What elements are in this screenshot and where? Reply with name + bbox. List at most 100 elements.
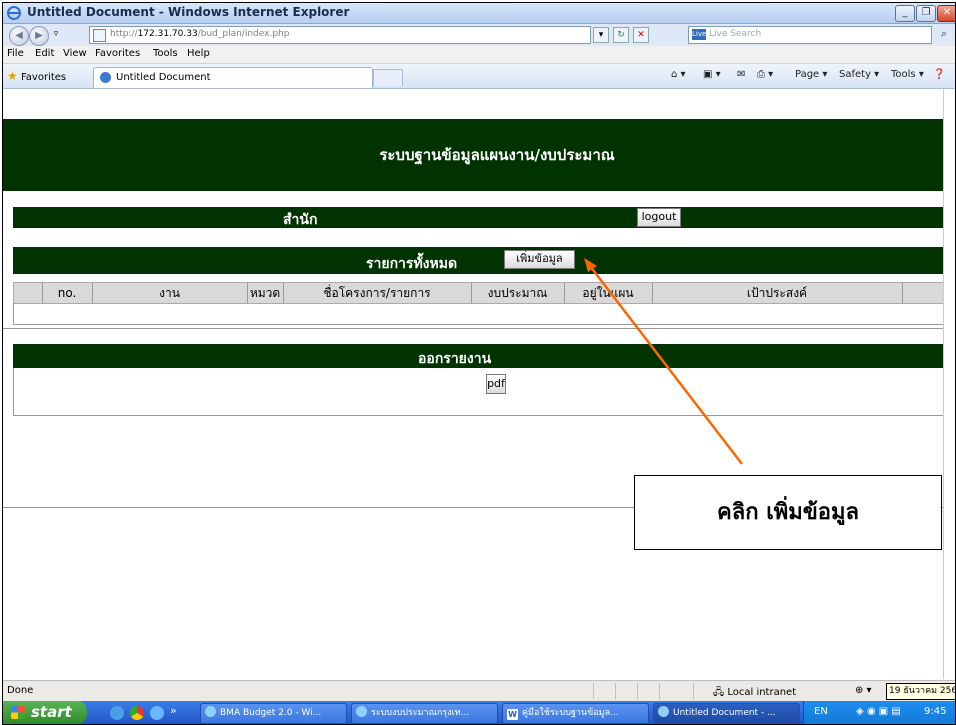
- logout-button[interactable]: logout: [637, 208, 681, 227]
- title-bar: Untitled Document - Windows Internet Exp…: [3, 3, 955, 24]
- ie-task-icon: [356, 706, 367, 717]
- back-button[interactable]: ◀: [9, 26, 29, 46]
- status-bar: Done 🖧 Local intranet ⊕ ▾ 19 ธันวาคม 256…: [3, 680, 955, 701]
- status-divider: [659, 683, 660, 699]
- quicklaunch-more-icon[interactable]: »: [170, 704, 177, 717]
- maximize-button[interactable]: ❐: [916, 5, 936, 22]
- address-dropdown-button[interactable]: ▾: [593, 27, 609, 43]
- menu-file[interactable]: File: [7, 48, 24, 59]
- all-items-band: รายการทั้งหมด เพิ่มข้อมูล: [13, 247, 948, 274]
- address-toolbar: ◀ ▶ ▿ http://172.31.70.33/bud_plan/index…: [3, 24, 955, 46]
- tools-menu[interactable]: Tools ▾: [891, 69, 924, 80]
- items-table-body: [13, 302, 950, 325]
- tray-icons[interactable]: ◈ ◉ ▣ ▤: [856, 706, 901, 717]
- address-url: http://172.31.70.33/bud_plan/index.php: [110, 29, 290, 39]
- menu-help[interactable]: Help: [187, 48, 210, 59]
- tab-untitled-document[interactable]: Untitled Document: [93, 67, 373, 88]
- zoom-icon[interactable]: ⊕ ▾: [855, 685, 872, 696]
- tab-label: Untitled Document: [116, 72, 211, 83]
- status-divider: [637, 683, 638, 699]
- task-untitled-document[interactable]: Untitled Document - ...: [653, 703, 800, 724]
- system-tray: EN ◈ ◉ ▣ ▤ 9:45: [803, 701, 955, 724]
- ie-task-icon: [658, 706, 669, 717]
- language-indicator[interactable]: EN: [814, 706, 828, 717]
- quicklaunch-icon[interactable]: [110, 706, 124, 720]
- stop-button[interactable]: ✕: [633, 27, 649, 43]
- status-divider: [615, 683, 616, 699]
- report-body: pdf: [13, 368, 950, 416]
- minimize-button[interactable]: _: [895, 5, 915, 22]
- new-tab-button[interactable]: [373, 69, 403, 86]
- ie-quicklaunch-icon[interactable]: [150, 706, 164, 720]
- ie-task-icon: [205, 706, 216, 717]
- home-icon[interactable]: ⌂ ▾: [671, 69, 686, 80]
- live-search-icon: Live: [692, 29, 707, 40]
- col-project: ชื่อโครงการ/รายการ: [283, 283, 472, 303]
- tab-page-icon: [100, 72, 111, 83]
- status-divider: [593, 683, 594, 699]
- col-in-plan: อยู่ในแผน: [564, 283, 653, 303]
- items-table-header: no. งาน หมวด ชื่อโครงการ/รายการ งบประมาณ…: [13, 282, 950, 304]
- page-content: ระบบฐานข้อมูลแผนงาน/งบประมาณ สำนัก logou…: [3, 89, 952, 679]
- mail-icon[interactable]: ✉: [737, 69, 745, 80]
- col-blank-end: [902, 283, 948, 303]
- status-divider: [693, 683, 694, 699]
- menu-favorites[interactable]: Favorites: [95, 48, 140, 59]
- forward-button[interactable]: ▶: [29, 26, 49, 46]
- close-window-button[interactable]: ✕: [937, 5, 955, 22]
- feeds-icon[interactable]: ▣ ▾: [703, 69, 721, 80]
- divider: [3, 328, 951, 329]
- search-icon[interactable]: ⌕: [935, 26, 953, 42]
- add-data-button[interactable]: เพิ่มข้อมูล: [504, 250, 575, 269]
- task-budget-system[interactable]: ระบบงบประมาณกรุงเท...: [351, 703, 498, 724]
- menu-tools[interactable]: Tools: [153, 48, 178, 59]
- security-zone: 🖧 Local intranet: [713, 687, 797, 698]
- ie-logo-icon: [7, 6, 21, 20]
- menu-view[interactable]: View: [63, 48, 87, 59]
- menu-bar: File Edit View Favorites Tools Help: [3, 46, 955, 64]
- annotation-callout: คลิก เพิ่มข้อมูล: [634, 475, 942, 550]
- safety-menu[interactable]: Safety ▾: [839, 69, 879, 80]
- col-no: no.: [42, 283, 93, 303]
- help-icon[interactable]: ❓: [933, 69, 945, 80]
- search-input[interactable]: Live Live Search: [688, 26, 932, 44]
- favorites-bar: ★ Favorites Untitled Document ⌂ ▾ ▣ ▾ ✉ …: [3, 64, 955, 89]
- all-items-label: รายการทั้งหมด: [366, 256, 458, 272]
- forward-arrow-icon: ▶: [35, 30, 43, 41]
- address-input[interactable]: http://172.31.70.33/bud_plan/index.php: [89, 26, 591, 44]
- vertical-scrollbar[interactable]: [943, 89, 955, 679]
- refresh-button[interactable]: ↻: [613, 27, 629, 43]
- task-word-manual[interactable]: W คู่มือใช้ระบบฐานข้อมูล...: [502, 703, 649, 724]
- start-button[interactable]: start: [3, 701, 87, 724]
- page-icon: [93, 29, 106, 42]
- chrome-icon[interactable]: [130, 706, 144, 720]
- status-text: Done: [7, 685, 34, 696]
- clock: 9:45: [924, 706, 947, 717]
- col-category: หมวด: [247, 283, 284, 303]
- window-title: Untitled Document - Windows Internet Exp…: [27, 5, 350, 19]
- back-arrow-icon: ◀: [15, 30, 23, 41]
- report-band: ออกรายงาน: [13, 344, 948, 368]
- col-work: งาน: [92, 283, 248, 303]
- menu-edit[interactable]: Edit: [35, 48, 54, 59]
- page-header: ระบบฐานข้อมูลแผนงาน/งบประมาณ: [3, 119, 951, 191]
- page-title: ระบบฐานข้อมูลแผนงาน/งบประมาณ: [379, 146, 615, 164]
- col-blank: [14, 283, 43, 303]
- intranet-icon: 🖧: [713, 687, 725, 698]
- annotation-text: คลิก เพิ่มข้อมูล: [717, 500, 859, 525]
- search-placeholder: Live Search: [709, 29, 762, 39]
- favorites-button[interactable]: ★ Favorites: [7, 69, 66, 83]
- taskbar: start » BMA Budget 2.0 - Wi... ระบบงบประ…: [3, 701, 955, 724]
- print-icon[interactable]: ⎙ ▾: [757, 69, 773, 80]
- pdf-button[interactable]: pdf: [486, 374, 506, 394]
- col-goal: เป้าประสงค์: [652, 283, 903, 303]
- report-label: ออกรายงาน: [418, 351, 492, 367]
- browser-window: Untitled Document - Windows Internet Exp…: [2, 2, 956, 725]
- star-icon: ★: [7, 69, 18, 83]
- windows-flag-icon: [11, 706, 25, 719]
- nav-dropdown-icon[interactable]: ▿: [51, 27, 61, 41]
- task-bma-budget[interactable]: BMA Budget 2.0 - Wi...: [200, 703, 347, 724]
- col-budget: งบประมาณ: [471, 283, 565, 303]
- page-menu[interactable]: Page ▾: [795, 69, 827, 80]
- date-tooltip: 19 ธันวาคม 2562: [886, 683, 955, 700]
